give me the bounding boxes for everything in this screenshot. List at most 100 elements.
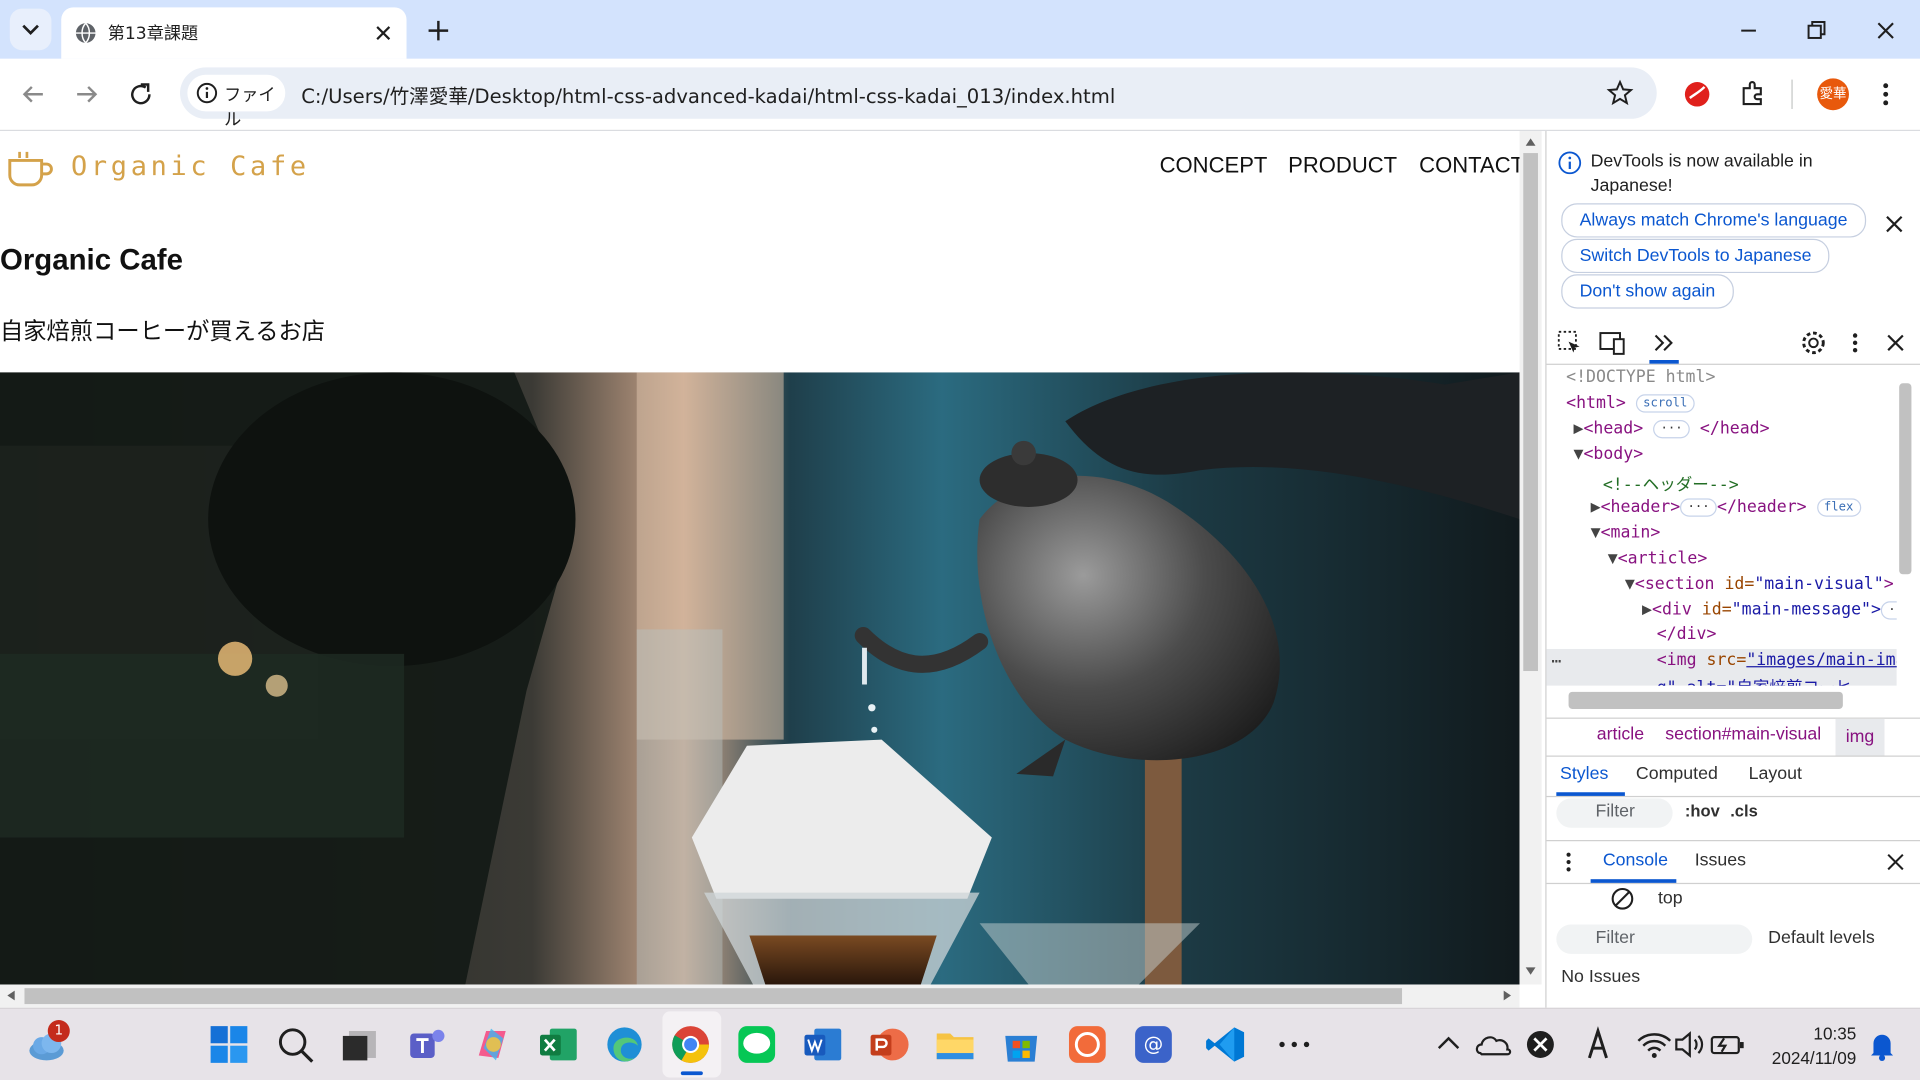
profile-avatar[interactable]: 愛華 — [1817, 78, 1849, 111]
dom-div-node[interactable]: ▶<div id="main-message">··· — [1642, 600, 1897, 620]
horizontal-scroll-thumb[interactable] — [24, 988, 1403, 1005]
extension-red-icon[interactable] — [1682, 80, 1711, 109]
bookmark-star-icon[interactable] — [1606, 79, 1634, 107]
input-method-icon[interactable] — [1577, 1024, 1619, 1066]
tab-styles[interactable]: Styles — [1560, 764, 1608, 784]
breadcrumb-img[interactable]: img — [1835, 718, 1885, 756]
excel-icon[interactable] — [538, 1024, 580, 1066]
dom-doctype[interactable]: <!DOCTYPE html> — [1566, 367, 1715, 387]
powerpoint-icon[interactable] — [868, 1024, 910, 1066]
nav-product-link[interactable]: PRODUCT — [1288, 153, 1397, 179]
new-tab-icon[interactable] — [421, 13, 455, 47]
tab-issues[interactable]: Issues — [1695, 851, 1746, 871]
tab-computed[interactable]: Computed — [1636, 764, 1718, 784]
settings-gear-icon[interactable] — [1800, 329, 1827, 356]
dom-header-node[interactable]: ▶<header> ··· </header> flex — [1591, 497, 1861, 517]
dom-img-line2[interactable]: g" alt="自家焙煎コーヒ — [1657, 673, 1852, 685]
show-hidden-icons-chevron[interactable] — [1428, 1024, 1470, 1066]
vertical-scroll-thumb[interactable] — [1523, 153, 1538, 672]
nav-contact-link[interactable]: CONTACT — [1419, 153, 1519, 179]
devtools-menu-icon[interactable] — [1845, 329, 1865, 356]
nav-concept-link[interactable]: CONCEPT — [1160, 153, 1268, 179]
breadcrumb-article[interactable]: article — [1597, 725, 1644, 745]
system-clock[interactable]: 10:35 2024/11/09 — [1763, 1021, 1857, 1070]
restore-icon[interactable] — [1800, 15, 1832, 47]
close-devtools-icon[interactable] — [1886, 333, 1906, 353]
address-bar[interactable]: ファイル C:/Users/竹澤愛華/Desktop/html-css-adva… — [180, 67, 1657, 130]
orange-app-icon[interactable] — [1067, 1024, 1109, 1066]
clear-console-icon[interactable] — [1610, 887, 1634, 911]
file-explorer-icon[interactable] — [934, 1024, 976, 1066]
back-icon[interactable] — [17, 78, 49, 110]
dom-img-node[interactable]: <img src="images/main-image — [1657, 650, 1897, 670]
battery-icon[interactable] — [1707, 1024, 1749, 1066]
dom-vertical-scroll-thumb[interactable] — [1899, 383, 1912, 575]
scroll-down-arrow-icon[interactable] — [1524, 965, 1536, 977]
teams-icon[interactable] — [405, 1024, 447, 1066]
console-filter-input[interactable]: Filter — [1556, 924, 1753, 954]
notification-bell-icon[interactable] — [1861, 1024, 1903, 1066]
dom-horizontal-scroll-thumb[interactable] — [1568, 691, 1843, 709]
dom-section-node[interactable]: ▼<section id="main-visual"> — [1625, 574, 1894, 594]
dom-div-close[interactable]: </div> — [1657, 624, 1717, 644]
close-circle-tray-icon[interactable] — [1520, 1024, 1562, 1066]
search-icon[interactable] — [274, 1024, 316, 1066]
scroll-up-arrow-icon[interactable] — [1524, 136, 1536, 148]
windows-start-icon[interactable] — [208, 1024, 250, 1066]
site-logo-text[interactable]: Organic Cafe — [71, 152, 310, 183]
tab-console[interactable]: Console — [1603, 851, 1668, 871]
breadcrumb-section[interactable]: section#main-visual — [1665, 725, 1821, 745]
chrome-icon[interactable] — [670, 1024, 712, 1066]
close-window-icon[interactable] — [1870, 15, 1902, 47]
dom-body-node[interactable]: ▼<body> — [1573, 444, 1643, 464]
close-notice-icon[interactable] — [1884, 214, 1904, 234]
flex-badge[interactable]: flex — [1816, 497, 1861, 517]
context-selector[interactable]: top — [1658, 889, 1683, 909]
vscode-icon[interactable] — [1205, 1024, 1247, 1066]
log-levels-dropdown[interactable]: Default levels — [1768, 928, 1875, 948]
scroll-left-arrow-icon[interactable] — [5, 989, 17, 1001]
dom-head-node[interactable]: ▶<head> ··· </head> — [1573, 419, 1769, 439]
scroll-badge[interactable]: scroll — [1635, 393, 1695, 413]
copilot-icon[interactable] — [471, 1024, 513, 1066]
dom-html-node[interactable]: <html> scroll — [1566, 393, 1695, 413]
dom-main-node[interactable]: ▼<main> — [1591, 523, 1661, 543]
tab-layout[interactable]: Layout — [1749, 764, 1802, 784]
task-view-icon[interactable] — [339, 1024, 381, 1066]
forward-icon[interactable] — [71, 78, 103, 110]
cls-toggle[interactable]: .cls — [1730, 802, 1758, 820]
vertical-scrollbar[interactable] — [1519, 131, 1542, 985]
close-tab-icon[interactable] — [372, 22, 394, 44]
onedrive-icon[interactable] — [1473, 1024, 1515, 1066]
more-menu-icon[interactable] — [1873, 80, 1897, 109]
scroll-right-arrow-icon[interactable] — [1501, 989, 1513, 1001]
inspect-element-icon[interactable] — [1556, 329, 1583, 356]
always-match-language-button[interactable]: Always match Chrome's language — [1561, 203, 1866, 238]
word-icon[interactable] — [802, 1024, 844, 1066]
drawer-menu-icon[interactable] — [1561, 851, 1576, 873]
hov-toggle[interactable]: :hov — [1685, 802, 1720, 820]
line-icon[interactable] — [736, 1024, 778, 1066]
volume-icon[interactable] — [1669, 1024, 1711, 1066]
weather-widget[interactable]: 1 — [27, 1020, 70, 1066]
horizontal-scrollbar[interactable] — [0, 984, 1520, 1008]
edge-icon[interactable] — [604, 1024, 646, 1066]
switch-to-japanese-button[interactable]: Switch DevTools to Japanese — [1561, 238, 1830, 274]
dom-header-comment[interactable]: <!--ヘッダー--> — [1603, 470, 1739, 495]
microsoft-store-icon[interactable] — [1000, 1024, 1042, 1066]
dont-show-again-button[interactable]: Don't show again — [1561, 274, 1734, 309]
more-apps-icon[interactable] — [1273, 1024, 1315, 1066]
reload-icon[interactable] — [125, 78, 157, 110]
minimize-icon[interactable] — [1733, 15, 1765, 47]
tab-search-button[interactable] — [9, 8, 52, 51]
site-info-chip[interactable]: ファイル — [187, 74, 286, 130]
close-drawer-icon[interactable] — [1887, 853, 1904, 871]
dom-article-node[interactable]: ▼<article> — [1608, 549, 1708, 569]
extensions-puzzle-icon[interactable] — [1739, 78, 1768, 107]
elements-dom-tree[interactable]: <!DOCTYPE html> <html> scroll ▶<head> ··… — [1546, 365, 1897, 686]
url-text[interactable]: C:/Users/竹澤愛華/Desktop/html-css-advanced-… — [301, 80, 1115, 109]
mail-menu-icon[interactable]: @ — [1133, 1024, 1175, 1066]
more-tabs-chevron-icon[interactable] — [1649, 329, 1678, 356]
device-toggle-icon[interactable] — [1598, 329, 1627, 356]
styles-filter-input[interactable]: Filter — [1556, 798, 1673, 828]
